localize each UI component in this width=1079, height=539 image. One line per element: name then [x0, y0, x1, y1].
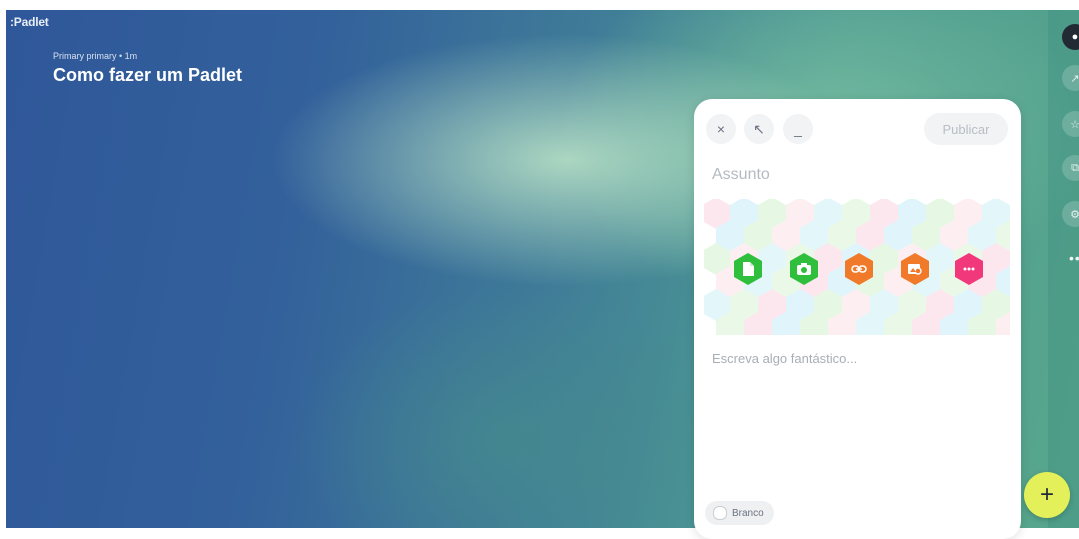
add-post-button[interactable]: + [1024, 472, 1070, 518]
expand-icon[interactable]: ↖ [744, 114, 774, 144]
share-icon[interactable]: ↗ [1062, 65, 1079, 91]
upload-file-icon [743, 262, 754, 276]
publish-button[interactable]: Publicar [924, 113, 1008, 145]
link-icon [851, 265, 867, 273]
padlet-logo[interactable]: :Padlet [10, 15, 49, 29]
right-toolbar: ● ↗ ☆ ⧉ ⚙ •• [1048, 10, 1079, 528]
close-icon[interactable]: × [706, 114, 736, 144]
settings-icon[interactable]: ⚙ [1062, 201, 1079, 227]
body-textarea[interactable]: Escreva algo fantástico... [712, 351, 857, 366]
post-composer: × ↖ _ Publicar Assunto Escreva algo fant… [694, 99, 1021, 539]
remix-icon[interactable]: ⧉ [1062, 155, 1079, 181]
camera-icon [797, 263, 811, 275]
post-color-label: Branco [732, 507, 764, 519]
post-color-selector[interactable]: Branco [705, 501, 774, 525]
board-author-line: Primary primary • 1m [53, 51, 138, 61]
more-options-icon [963, 267, 975, 271]
avatar-icon[interactable]: ● [1062, 24, 1079, 50]
minimize-icon[interactable]: _ [783, 114, 813, 144]
color-swatch-icon [713, 506, 727, 520]
star-icon[interactable]: ☆ [1062, 111, 1079, 137]
more-icon[interactable]: •• [1069, 250, 1079, 266]
board-title: Como fazer um Padlet [53, 65, 243, 85]
image-search-icon [908, 264, 922, 275]
subject-input[interactable]: Assunto [712, 166, 770, 184]
